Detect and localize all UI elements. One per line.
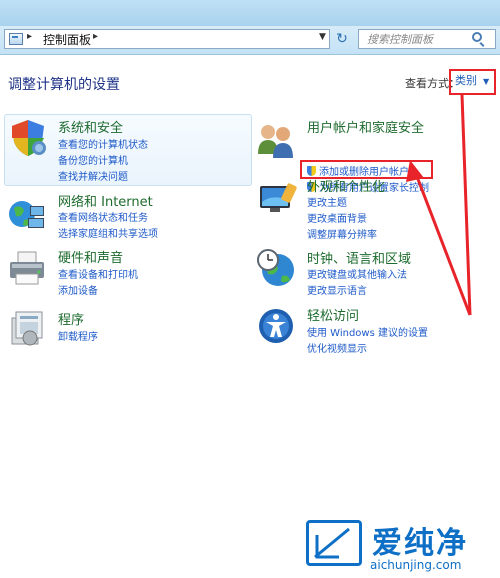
link-change-display-language[interactable]: 更改显示语言 [307,282,367,297]
programs-icon [11,311,43,346]
link-backup-computer[interactable]: 备份您的计算机 [58,152,128,167]
link-troubleshoot[interactable]: 查找并解决问题 [58,168,128,183]
category-title-programs[interactable]: 程序 [58,309,84,328]
breadcrumb-chevron-icon[interactable]: ▸ [27,31,32,42]
link-view-computer-status[interactable]: 查看您的计算机状态 [58,136,148,151]
clock-globe-icon [257,249,294,286]
users-icon [258,125,293,158]
navigation-bar: ▸ 控制面板 ▸ ▼ ↻ [0,26,500,55]
category-title-clock-language[interactable]: 时钟、语言和区域 [307,248,411,267]
chevron-down-icon: ▼ [483,77,490,86]
link-devices-printers[interactable]: 查看设备和打印机 [58,266,138,281]
link-recommended-settings[interactable]: 使用 Windows 建议的设置 [307,324,428,339]
category-title-user-accounts[interactable]: 用户帐户和家庭安全 [307,117,424,136]
search-input[interactable] [367,31,467,47]
view-by-value: 类别 [455,74,477,87]
link-optimize-display[interactable]: 优化视频显示 [307,340,367,355]
link-change-input-method[interactable]: 更改键盘或其他输入法 [307,266,407,281]
link-change-theme[interactable]: 更改主题 [307,194,347,209]
category-title-hardware-sound[interactable]: 硬件和声音 [58,247,123,266]
breadcrumb-chevron-icon[interactable]: ▸ [93,31,98,42]
annotation-connector-line [460,94,472,316]
category-title-ease-of-access[interactable]: 轻松访问 [307,305,359,324]
link-network-status[interactable]: 查看网络状态和任务 [58,209,148,224]
search-box[interactable] [358,29,496,49]
printer-icon [10,251,44,285]
category-title-system-security[interactable]: 系统和安全 [58,117,123,136]
system-security-shield-icon [12,120,46,156]
uac-shield-icon [307,166,316,176]
search-icon[interactable] [472,32,482,42]
network-globe-icon [9,201,44,228]
view-by-dropdown[interactable]: 类别 ▼ [455,72,489,88]
category-title-network[interactable]: 网络和 Internet [58,191,153,210]
control-panel-icon [9,33,23,45]
refresh-icon[interactable]: ↻ [333,30,351,48]
watermark-logo-mark [314,527,350,559]
breadcrumb-control-panel[interactable]: 控制面板 [43,31,91,48]
page-title: 调整计算机的设置 [8,77,120,93]
appearance-monitor-icon [260,183,297,212]
ease-of-access-icon [259,309,293,343]
link-homegroup-sharing[interactable]: 选择家庭组和共享选项 [58,225,158,240]
watermark: 爱纯净 aichunjing.com [306,514,500,578]
link-add-device[interactable]: 添加设备 [58,282,98,297]
annotation-arrow-line [414,173,472,316]
watermark-logo [306,520,362,566]
category-title-appearance[interactable]: 外观和个性化 [307,176,385,195]
view-by-label: 查看方式： [405,77,460,90]
watermark-url: aichunjing.com [370,558,462,572]
link-adjust-resolution[interactable]: 调整屏幕分辨率 [307,226,377,241]
address-bar[interactable]: ▸ 控制面板 ▸ ▼ [4,29,330,49]
link-uninstall-program[interactable]: 卸载程序 [58,328,98,343]
address-dropdown-icon[interactable]: ▼ [319,32,326,42]
window-titlebar [0,0,500,26]
watermark-name: 爱纯净 [372,526,468,561]
link-change-desktop-background[interactable]: 更改桌面背景 [307,210,367,225]
